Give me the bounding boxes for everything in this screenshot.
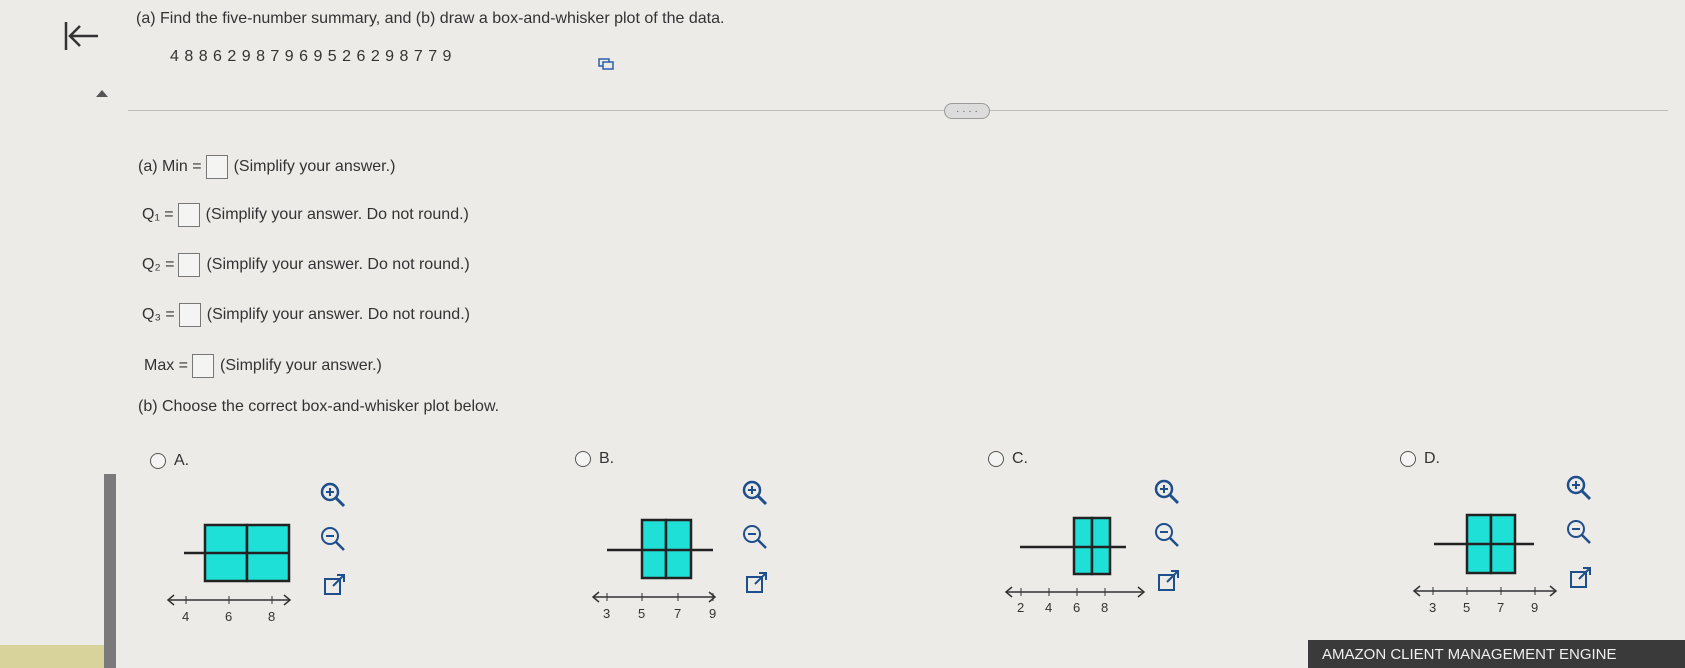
option-a-label: A. <box>174 452 190 469</box>
option-d-plot: 3 5 7 9 <box>1412 513 1558 615</box>
option-b-tick-label: 3 <box>603 606 610 620</box>
option-b-plot: 3 5 7 9 <box>591 518 716 620</box>
option-c-label: C. <box>1012 450 1028 467</box>
q3-row: Q₃ = (Simplify your answer. Do not round… <box>142 303 470 327</box>
min-input[interactable] <box>205 155 228 179</box>
zoom-out-icon[interactable] <box>740 522 770 552</box>
option-d-tick-label: 3 <box>1429 600 1436 615</box>
bottom-banner: AMAZON CLIENT MANAGEMENT ENGINE <box>1308 640 1685 668</box>
min-label: (a) Min = <box>138 158 202 175</box>
zoom-out-icon[interactable] <box>1152 520 1182 550</box>
q2-label: Q₂ = <box>142 256 175 273</box>
option-b-tick-label: 5 <box>638 606 645 620</box>
min-hint: (Simplify your answer.) <box>233 158 396 175</box>
option-c-tick-label: 2 <box>1017 600 1024 615</box>
option-c-tick-label: 4 <box>1045 600 1052 615</box>
q1-row: Q₁ = (Simplify your answer. Do not round… <box>142 203 469 227</box>
zoom-in-icon[interactable] <box>740 478 770 508</box>
back-to-start-arrow-icon <box>64 22 98 50</box>
zoom-in-icon[interactable] <box>1152 477 1182 507</box>
q3-hint: (Simplify your answer. Do not round.) <box>206 306 470 323</box>
option-a-radio[interactable] <box>150 453 166 469</box>
option-b-tick-label: 9 <box>709 606 716 620</box>
option-c-tick-label: 8 <box>1101 600 1108 615</box>
option-d-tick-label: 5 <box>1463 600 1470 615</box>
q1-input[interactable] <box>177 203 200 227</box>
bottom-left-strip <box>0 645 104 668</box>
min-row: (a) Min = (Simplify your answer.) <box>138 155 395 179</box>
zoom-in-icon[interactable] <box>1564 473 1594 503</box>
external-link-icon[interactable] <box>1154 566 1184 596</box>
external-link-icon[interactable] <box>320 570 350 600</box>
option-d-tick-label: 9 <box>1531 600 1538 615</box>
back-button[interactable] <box>62 18 102 54</box>
option-a[interactable]: A. <box>150 452 189 470</box>
option-a-tick-label: 4 <box>182 609 189 624</box>
option-b[interactable]: B. <box>575 450 614 468</box>
left-edge-bar <box>104 474 116 668</box>
q1-hint: (Simplify your answer. Do not round.) <box>205 206 469 223</box>
part-b-prompt: (b) Choose the correct box-and-whisker p… <box>138 398 500 415</box>
option-c-plot: 2 4 6 8 <box>1004 516 1146 615</box>
max-label: Max = <box>144 357 189 374</box>
q2-hint: (Simplify your answer. Do not round.) <box>206 256 470 273</box>
option-d-tick-label: 7 <box>1497 600 1504 615</box>
zoom-in-icon[interactable] <box>318 480 348 510</box>
more-button[interactable]: · · · · <box>944 103 990 119</box>
option-b-tick-label: 7 <box>674 606 681 620</box>
copy-data-icon[interactable] <box>598 56 614 70</box>
q2-row: Q₂ = (Simplify your answer. Do not round… <box>142 253 470 277</box>
max-row: Max = (Simplify your answer.) <box>144 354 382 378</box>
q1-label: Q₁ = <box>142 206 174 223</box>
option-b-label: B. <box>599 450 615 467</box>
section-divider <box>128 110 1668 111</box>
collapse-caret-icon[interactable] <box>96 90 108 97</box>
q3-label: Q₃ = <box>142 306 175 323</box>
zoom-out-icon[interactable] <box>1564 517 1594 547</box>
data-values: 4 8 8 6 2 9 8 7 9 6 9 5 2 6 2 9 8 7 7 9 <box>170 48 452 65</box>
external-link-icon[interactable] <box>1566 563 1596 593</box>
zoom-out-icon[interactable] <box>318 524 348 554</box>
question-text: (a) Find the five-number summary, and (b… <box>136 10 725 27</box>
option-a-tick-label: 6 <box>225 609 232 624</box>
option-b-radio[interactable] <box>575 451 591 467</box>
option-a-tick-label: 8 <box>268 609 275 624</box>
option-c-radio[interactable] <box>988 451 1004 467</box>
option-d[interactable]: D. <box>1400 450 1440 468</box>
option-d-radio[interactable] <box>1400 451 1416 467</box>
external-link-icon[interactable] <box>742 568 772 598</box>
option-c-tick-label: 6 <box>1073 600 1080 615</box>
q2-input[interactable] <box>178 253 201 277</box>
max-input[interactable] <box>192 354 215 378</box>
option-d-label: D. <box>1424 450 1440 467</box>
max-hint: (Simplify your answer.) <box>220 357 382 374</box>
option-c[interactable]: C. <box>988 450 1028 468</box>
q3-input[interactable] <box>178 303 201 327</box>
option-a-plot: 4 6 8 <box>166 523 292 624</box>
